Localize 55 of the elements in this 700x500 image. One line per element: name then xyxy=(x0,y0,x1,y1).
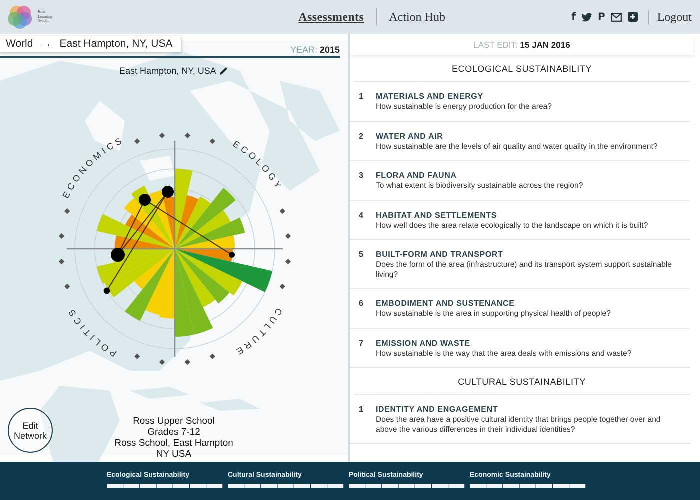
tick-mark xyxy=(280,208,286,214)
mail-icon[interactable] xyxy=(611,12,622,22)
question-number: 1 xyxy=(359,92,364,103)
question-number: 1 xyxy=(359,405,364,416)
question-title[interactable]: HABITAT AND SETTLEMENTS xyxy=(376,210,648,220)
data-point xyxy=(111,248,125,262)
question-title[interactable]: EMISSION AND WASTE xyxy=(376,338,632,348)
question-title[interactable]: FLORA AND FAUNA xyxy=(376,171,584,180)
tick-mark xyxy=(280,284,286,290)
social-icon[interactable]: f xyxy=(572,12,576,22)
tick-mark xyxy=(64,284,70,290)
logo-icon xyxy=(8,4,34,30)
question-number: 5 xyxy=(359,250,364,261)
question-title[interactable]: WATER AND AIR xyxy=(376,132,658,140)
question-number: 4 xyxy=(359,210,364,222)
question-number: 6 xyxy=(359,299,364,310)
tick-mark xyxy=(134,354,140,360)
section-heading: ECOLOGICAL SUSTAINABILITY xyxy=(452,64,592,74)
tick-mark xyxy=(58,258,65,265)
tick-mark xyxy=(64,208,70,214)
tick-mark xyxy=(159,132,166,139)
logout-link[interactable]: Logout xyxy=(648,10,692,24)
nav-link[interactable]: Action Hub xyxy=(377,10,458,24)
tick-mark xyxy=(285,258,292,265)
tick-mark xyxy=(58,233,65,240)
pencil-icon[interactable] xyxy=(220,67,228,75)
tick-mark xyxy=(134,138,140,144)
data-point xyxy=(229,252,235,258)
question-title[interactable]: BUILT-FORM AND TRANSPORT xyxy=(376,250,682,259)
tick-mark xyxy=(159,359,166,366)
location-name: East Hampton, NY, USA xyxy=(120,66,216,76)
question-number: 7 xyxy=(359,338,364,350)
last-edit-label: LAST EDIT: 15 JAN 2016 xyxy=(474,40,570,50)
section-heading: CULTURAL SUSTAINABILITY xyxy=(458,377,586,387)
data-point xyxy=(162,186,174,198)
bird-icon[interactable] xyxy=(582,12,592,22)
data-point xyxy=(104,288,110,294)
plus-square-icon[interactable] xyxy=(628,12,638,22)
tick-mark xyxy=(285,233,292,240)
tick-mark xyxy=(184,359,191,366)
question-number: 2 xyxy=(359,132,364,142)
tick-mark xyxy=(210,354,216,360)
question-title[interactable]: EMBODIMENT AND SUSTENANCE xyxy=(376,299,611,308)
data-point xyxy=(139,194,151,206)
nav-link[interactable]: Assessments xyxy=(286,10,376,24)
question-number: 3 xyxy=(359,171,364,182)
tick-mark xyxy=(184,132,191,139)
year-label: YEAR: 2015 xyxy=(290,45,340,56)
social-icon[interactable]: P xyxy=(598,12,606,22)
tick-mark xyxy=(210,138,216,144)
question-title[interactable]: IDENTITY AND ENGAGEMENT xyxy=(376,405,682,414)
breadcrumb[interactable]: World → East Hampton, NY, USA xyxy=(0,36,181,52)
question-title[interactable]: MATERIALS AND ENERGY xyxy=(376,92,552,101)
edit-network-button[interactable]: Edit Network xyxy=(8,408,53,453)
school-info: Ross Upper School Grades 7-12 Ross School, East Hampton NY USA xyxy=(114,416,234,460)
